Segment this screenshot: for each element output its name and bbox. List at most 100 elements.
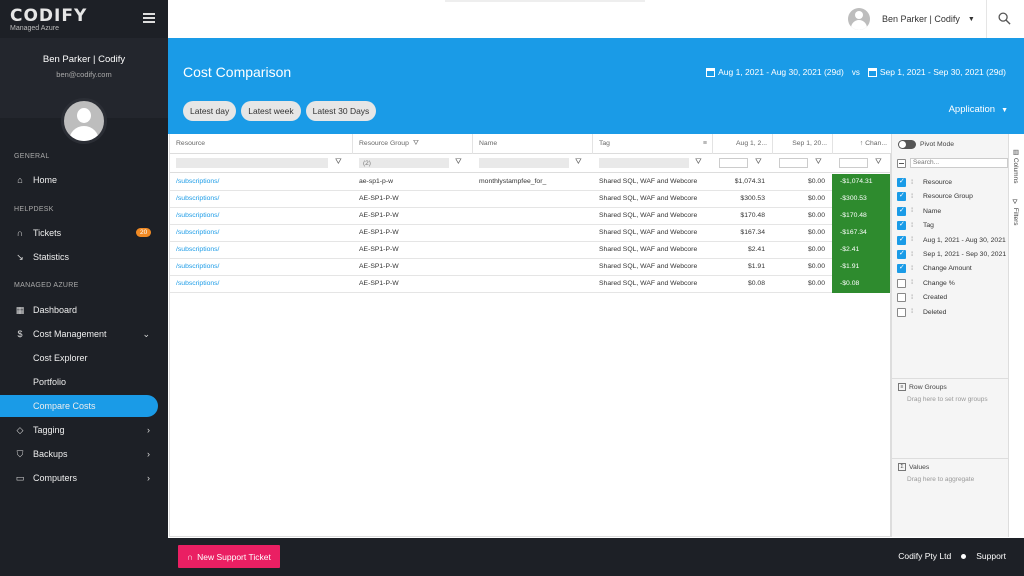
drag-handle-icon[interactable]: ⁞⁞ <box>911 223 917 229</box>
tag-filter-input[interactable] <box>599 158 689 168</box>
drag-handle-icon[interactable]: ⁞⁞ <box>911 237 917 243</box>
column-checkbox[interactable] <box>897 191 906 202</box>
drag-handle-icon[interactable]: ⁞⁞ <box>911 309 917 315</box>
group-by-select[interactable]: Application ▼ <box>949 104 1008 115</box>
column-header-sep[interactable]: Sep 1, 20... <box>773 134 833 154</box>
sidebar-item-tickets[interactable]: ∩ Tickets 20 <box>0 222 160 244</box>
drag-handle-icon[interactable]: ⁞⁞ <box>911 266 917 272</box>
row-groups-dropzone[interactable]: Drag here to set row groups <box>907 396 988 403</box>
sidebar-item-dashboard[interactable]: ▦ Dashboard <box>0 299 160 321</box>
table-row[interactable]: /subscriptions/ae-sp1-p-w monthlystampfee… <box>170 174 892 191</box>
column-header-name[interactable]: Name <box>473 134 593 154</box>
tab-columns[interactable]: ▥ Columns <box>1011 148 1019 183</box>
filter-icon[interactable]: ⛛ <box>755 157 762 167</box>
table-row[interactable]: /subscriptions/AE-SP1-P-W Shared SQL, WAF… <box>170 276 892 293</box>
column-header-resource[interactable]: Resource <box>170 134 353 154</box>
table-row[interactable]: /subscriptions/AE-SP1-P-W Shared SQL, WAF… <box>170 225 892 242</box>
resource-group-filter-input[interactable]: (2) <box>359 158 449 168</box>
change-filter-input[interactable] <box>839 158 868 168</box>
cell-resource[interactable]: /subscriptions/ <box>176 208 346 224</box>
column-header-aug[interactable]: Aug 1, 2... <box>713 134 773 154</box>
drag-handle-icon[interactable]: ⁞⁞ <box>911 280 917 286</box>
sidebar-item-backups[interactable]: ⛉ Backups › <box>0 443 160 465</box>
sidebar-item-compare-costs[interactable]: Compare Costs <box>0 395 158 417</box>
cell-resource[interactable]: /subscriptions/ <box>176 191 346 207</box>
cell-resource[interactable]: /subscriptions/ <box>176 259 346 275</box>
table-row[interactable]: /subscriptions/AE-SP1-P-W Shared SQL, WAF… <box>170 242 892 259</box>
column-checkbox[interactable] <box>897 263 906 274</box>
separator-dot <box>961 553 967 559</box>
filter-icon[interactable]: ⛛ <box>455 157 462 167</box>
column-checkbox[interactable] <box>897 235 906 245</box>
column-toggle-item[interactable]: ⁞⁞ Resource <box>897 177 952 187</box>
sidebar-item-cost-explorer[interactable]: Cost Explorer <box>0 347 160 369</box>
table-row[interactable]: /subscriptions/AE-SP1-P-W Shared SQL, WAF… <box>170 208 892 225</box>
column-header-tag[interactable]: Tag ≡ <box>593 134 713 154</box>
name-filter-input[interactable] <box>479 158 569 168</box>
menu-toggle-icon[interactable] <box>143 13 155 23</box>
table-row[interactable]: /subscriptions/AE-SP1-P-W Shared SQL, WAF… <box>170 191 892 208</box>
column-header-resource-group[interactable]: Resource Group ⛛ <box>353 134 473 154</box>
column-header-change[interactable]: ↑ Chan... <box>833 134 892 154</box>
column-checkbox[interactable] <box>897 307 906 317</box>
date-range-b[interactable]: Sep 1, 2021 - Sep 30, 2021 (29d) <box>880 67 1006 77</box>
values-dropzone[interactable]: Drag here to aggregate <box>907 476 974 483</box>
select-all-checkbox[interactable] <box>897 158 906 168</box>
latest-day-button[interactable]: Latest day <box>183 101 237 121</box>
column-checkbox[interactable] <box>897 220 906 231</box>
support-link[interactable]: Support <box>976 551 1006 561</box>
filter-icon[interactable]: ⛛ <box>815 157 822 167</box>
column-toggle-item[interactable]: ⁞⁞ Deleted <box>897 307 946 317</box>
sidebar-item-home[interactable]: ⌂ Home <box>0 169 160 191</box>
drag-handle-icon[interactable]: ⁞⁞ <box>911 295 917 301</box>
sep-filter-input[interactable] <box>779 158 808 168</box>
filter-icon[interactable]: ⛛ <box>875 157 882 167</box>
sidebar-item-cost-management[interactable]: $ Cost Management ⌄ <box>0 323 160 345</box>
column-toggle-item[interactable]: ⁞⁞ Resource Group <box>897 191 973 202</box>
pivot-mode-toggle[interactable]: Pivot Mode <box>898 140 954 149</box>
column-checkbox[interactable] <box>897 293 906 303</box>
column-checkbox[interactable] <box>897 206 906 216</box>
cell-tag: Shared SQL, WAF and Webcore <box>599 263 698 270</box>
column-toggle-item[interactable]: ⁞⁞ Name <box>897 206 941 216</box>
column-toggle-item[interactable]: ⁞⁞ Change Amount <box>897 263 972 274</box>
drag-handle-icon[interactable]: ⁞⁞ <box>911 194 917 200</box>
column-toggle-item[interactable]: ⁞⁞ Tag <box>897 220 934 231</box>
column-toggle-item[interactable]: ⁞⁞ Aug 1, 2021 - Aug 30, 2021 <box>897 235 1006 245</box>
drag-handle-icon[interactable]: ⁞⁞ <box>911 180 917 186</box>
resource-filter-input[interactable] <box>176 158 328 168</box>
cell-resource[interactable]: /subscriptions/ <box>176 174 346 190</box>
latest-30-days-button[interactable]: Latest 30 Days <box>305 101 377 121</box>
column-toggle-item[interactable]: ⁞⁞ Created <box>897 293 947 303</box>
sidebar-item-computers[interactable]: ▭ Computers › <box>0 467 160 489</box>
column-checkbox[interactable] <box>897 278 906 288</box>
drag-handle-icon[interactable]: ⁞⁞ <box>911 252 917 258</box>
sidebar-item-tagging[interactable]: ◇ Tagging › <box>0 419 160 441</box>
sidebar-item-statistics[interactable]: ↘ Statistics <box>0 246 160 268</box>
date-range-a[interactable]: Aug 1, 2021 - Aug 30, 2021 (29d) <box>718 67 844 77</box>
column-toggle-item[interactable]: ⁞⁞ Change % <box>897 278 955 288</box>
avatar[interactable] <box>61 98 107 144</box>
tab-filters[interactable]: ⛛ Filters <box>1011 200 1019 226</box>
filter-icon[interactable]: ⛛ <box>695 157 702 167</box>
cell-resource[interactable]: /subscriptions/ <box>176 276 346 292</box>
new-support-ticket-button[interactable]: ∩ New Support Ticket <box>178 545 280 568</box>
table-row[interactable]: /subscriptions/AE-SP1-P-W Shared SQL, WAF… <box>170 259 892 276</box>
menu-icon[interactable]: ≡ <box>703 134 707 154</box>
latest-week-button[interactable]: Latest week <box>241 101 301 121</box>
drag-handle-icon[interactable]: ⁞⁞ <box>911 208 917 214</box>
filter-icon[interactable]: ⛛ <box>335 157 342 167</box>
sidebar-item-portfolio[interactable]: Portfolio <box>0 371 160 393</box>
column-checkbox[interactable] <box>897 177 906 187</box>
toggle-switch[interactable] <box>898 140 916 149</box>
cell-resource[interactable]: /subscriptions/ <box>176 242 346 258</box>
column-toggle-item[interactable]: ⁞⁞ Sep 1, 2021 - Sep 30, 2021 <box>897 249 1006 259</box>
aug-filter-input[interactable] <box>719 158 748 168</box>
cell-resource[interactable]: /subscriptions/ <box>176 225 346 241</box>
brand-logo[interactable]: CODIFY Managed Azure <box>10 6 87 32</box>
user-menu[interactable]: Ben Parker | Codify ▼ <box>848 8 975 30</box>
filter-icon[interactable]: ⛛ <box>575 157 582 167</box>
column-search-input[interactable]: Search... <box>910 158 1008 168</box>
column-checkbox[interactable] <box>897 249 906 259</box>
search-icon[interactable] <box>998 12 1011 25</box>
